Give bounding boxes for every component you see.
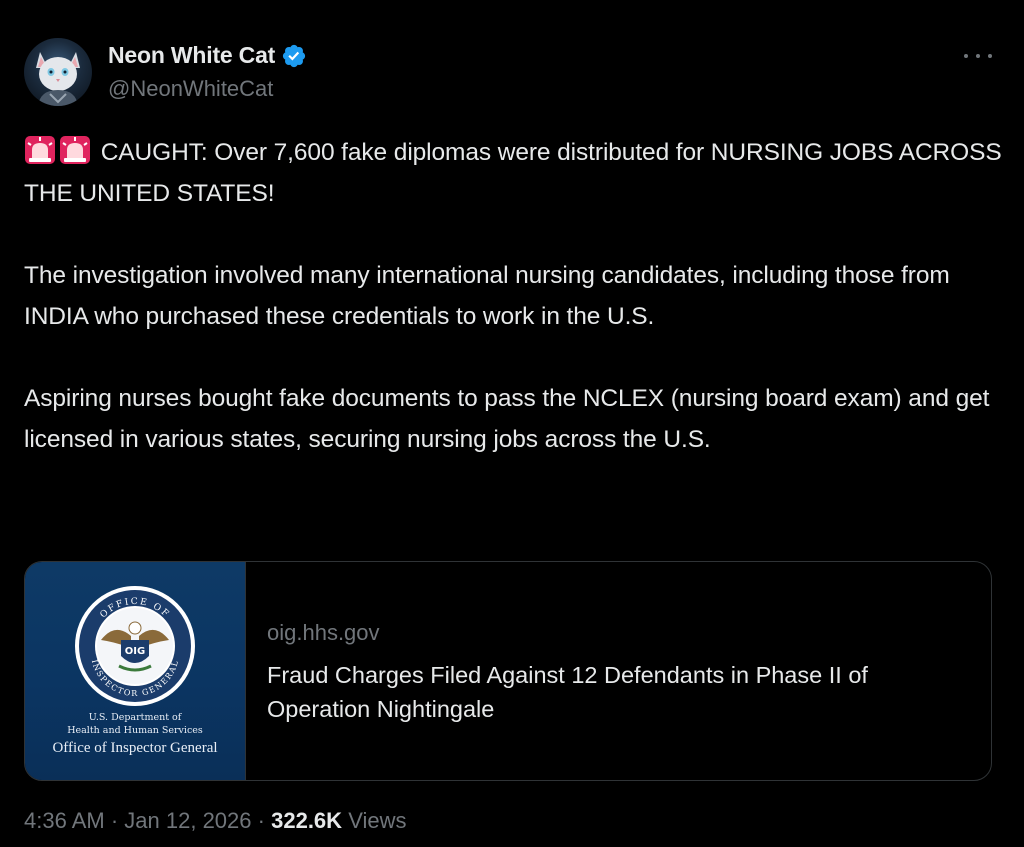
tweet-paragraph-text: The investigation involved many internat…: [24, 262, 950, 330]
author-display-name[interactable]: Neon White Cat: [108, 42, 275, 69]
link-card-domain: oig.hhs.gov: [267, 620, 380, 645]
tweet-paragraph: Aspiring nurses bought fake documents to…: [24, 378, 1004, 460]
tweet-date[interactable]: Jan 12, 2026: [124, 808, 251, 833]
siren-icon: [25, 136, 55, 164]
svg-text:OIG: OIG: [125, 646, 145, 657]
oig-seal-icon: OFFICE OF INSPECTOR GENERAL OIG: [75, 586, 195, 706]
tweet-paragraph: The investigation involved many internat…: [24, 255, 1004, 337]
author-handle[interactable]: @NeonWhiteCat: [108, 76, 273, 102]
tweet-time[interactable]: 4:36 AM: [24, 808, 105, 833]
views-label: Views: [348, 808, 407, 833]
more-options-icon[interactable]: [964, 46, 992, 66]
avatar[interactable]: [24, 38, 92, 106]
meta-separator: ·: [110, 808, 119, 833]
link-preview-card[interactable]: OFFICE OF INSPECTOR GENERAL OIG U.S. Dep…: [24, 561, 992, 781]
views-count[interactable]: 322.6K: [271, 808, 342, 833]
link-card-image[interactable]: OFFICE OF INSPECTOR GENERAL OIG U.S. Dep…: [25, 562, 246, 780]
tweet-paragraph-text: CAUGHT: Over 7,600 fake diplomas were di…: [24, 139, 1002, 207]
tweet-meta: 4:36 AM · Jan 12, 2026 · 322.6K Views: [24, 808, 406, 834]
siren-icon: [60, 136, 90, 164]
cat-avatar-icon: [36, 52, 80, 106]
link-card-text[interactable]: oig.hhs.gov Fraud Charges Filed Against …: [267, 620, 967, 726]
card-image-dept-line: Health and Human Services: [67, 725, 203, 736]
card-image-office-line: Office of Inspector General: [52, 740, 218, 756]
tweet-paragraph: CAUGHT: Over 7,600 fake diplomas were di…: [24, 132, 1004, 214]
verified-badge-icon[interactable]: [281, 43, 307, 69]
link-card-title: Fraud Charges Filed Against 12 Defendant…: [267, 662, 868, 722]
tweet-header: Neon White Cat @NeonWhiteCat: [24, 38, 1000, 108]
author-name-row: Neon White Cat: [108, 42, 307, 69]
card-image-dept-line: U.S. Department of: [88, 712, 182, 723]
tweet-text: CAUGHT: Over 7,600 fake diplomas were di…: [24, 132, 1004, 501]
tweet-paragraph-text: Aspiring nurses bought fake documents to…: [24, 385, 990, 453]
meta-separator: ·: [257, 808, 265, 833]
